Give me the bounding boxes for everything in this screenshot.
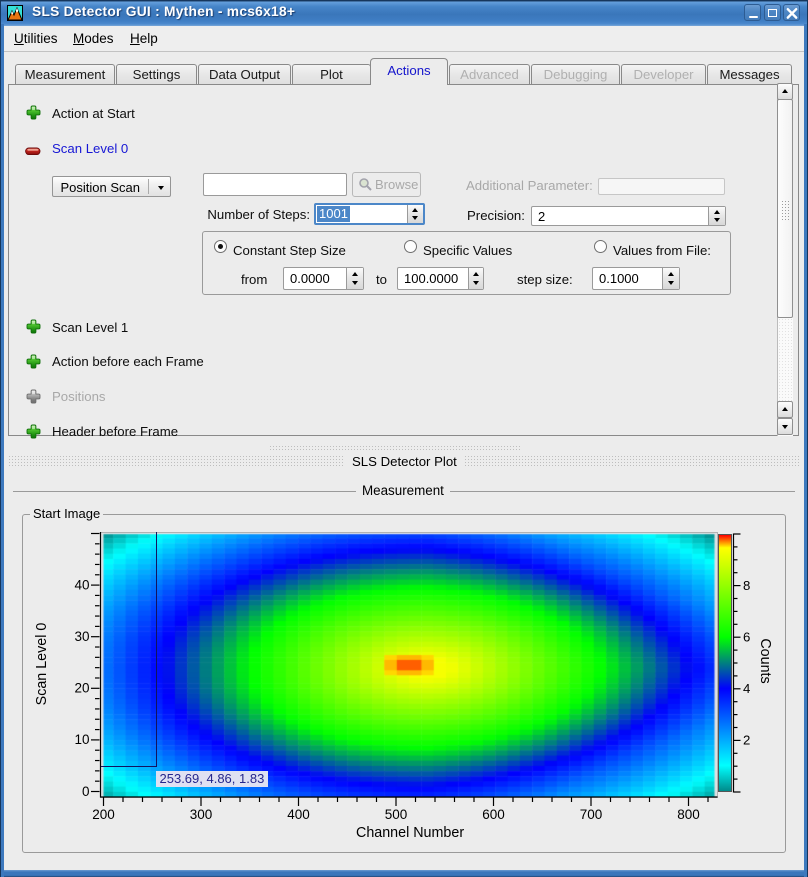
- svg-text:10: 10: [74, 732, 89, 747]
- svg-text:700: 700: [580, 807, 603, 822]
- svg-text:6: 6: [743, 630, 750, 645]
- svg-text:40: 40: [74, 577, 89, 592]
- svg-text:2: 2: [743, 733, 750, 748]
- svg-text:4: 4: [743, 681, 750, 696]
- svg-text:500: 500: [385, 807, 408, 822]
- svg-text:30: 30: [74, 629, 89, 644]
- svg-text:400: 400: [287, 807, 310, 822]
- svg-text:0: 0: [82, 784, 90, 799]
- svg-text:200: 200: [92, 807, 115, 822]
- svg-text:800: 800: [677, 807, 700, 822]
- svg-text:20: 20: [74, 681, 89, 696]
- svg-text:600: 600: [482, 807, 505, 822]
- svg-text:8: 8: [743, 578, 750, 593]
- svg-text:300: 300: [190, 807, 213, 822]
